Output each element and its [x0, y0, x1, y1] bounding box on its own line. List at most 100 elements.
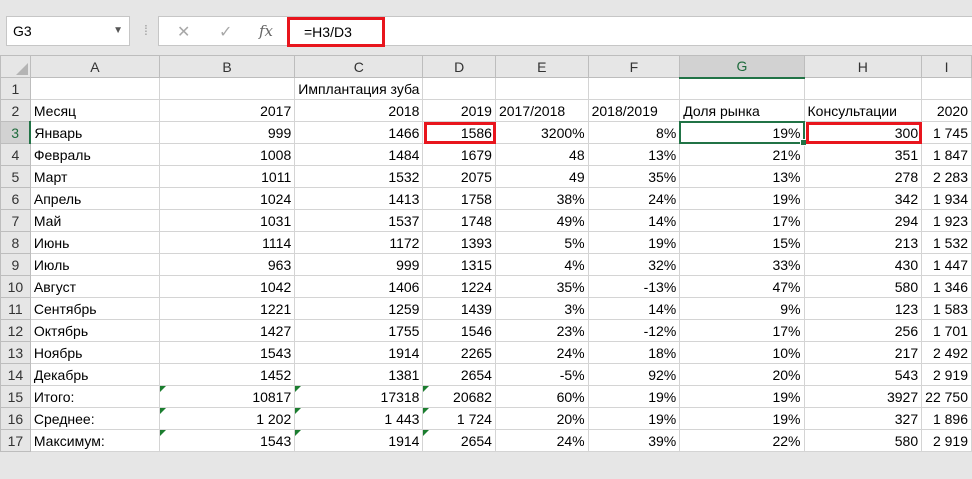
- cell-g16[interactable]: 19%: [679, 407, 805, 430]
- cell-b13[interactable]: 1543: [158, 341, 296, 364]
- cell-e2[interactable]: 2017/2018: [494, 99, 589, 122]
- cell-i16[interactable]: 1 896: [921, 407, 972, 430]
- cell-a15[interactable]: Итого:: [29, 385, 160, 408]
- cell-i11[interactable]: 1 583: [921, 297, 972, 320]
- cell-h13[interactable]: 217: [803, 341, 923, 364]
- cell-e7[interactable]: 49%: [494, 209, 589, 232]
- cell-c4[interactable]: 1484: [294, 143, 424, 166]
- cell-g4[interactable]: 21%: [679, 143, 805, 166]
- cell-b16[interactable]: 1 202: [158, 407, 296, 430]
- cell-d9[interactable]: 1315: [422, 253, 496, 276]
- cell-h8[interactable]: 213: [803, 231, 923, 254]
- cell-a8[interactable]: Июнь: [29, 231, 160, 254]
- cell-b8[interactable]: 1114: [158, 231, 296, 254]
- cell-a17[interactable]: Максимум:: [29, 429, 160, 452]
- cell-c3[interactable]: 1466: [294, 121, 424, 144]
- row-header[interactable]: 3: [0, 121, 32, 144]
- cell-i2[interactable]: 2020: [921, 99, 972, 122]
- cell-h4[interactable]: 351: [803, 143, 923, 166]
- row-header[interactable]: 11: [0, 297, 31, 320]
- cell-f11[interactable]: 14%: [587, 297, 681, 320]
- cell-i7[interactable]: 1 923: [921, 209, 972, 232]
- cell-d16[interactable]: 1 724: [422, 407, 496, 430]
- cell-e13[interactable]: 24%: [494, 341, 589, 364]
- cell-d15[interactable]: 20682: [422, 385, 496, 408]
- cell-i8[interactable]: 1 532: [921, 231, 972, 254]
- cell-e14[interactable]: -5%: [494, 363, 589, 386]
- cell-a11[interactable]: Сентябрь: [29, 297, 160, 320]
- error-indicator-icon[interactable]: [423, 408, 430, 414]
- cell-d1[interactable]: [422, 77, 496, 100]
- error-indicator-icon[interactable]: [159, 386, 166, 392]
- cell-b14[interactable]: 1452: [158, 363, 296, 386]
- cell-e5[interactable]: 49: [494, 165, 589, 188]
- cell-h14[interactable]: 543: [803, 363, 923, 386]
- cell-e4[interactable]: 48: [494, 143, 589, 166]
- row-header[interactable]: 2: [0, 99, 31, 122]
- cell-h10[interactable]: 580: [803, 275, 923, 298]
- cell-e9[interactable]: 4%: [494, 253, 589, 276]
- column-header-f[interactable]: F: [587, 55, 681, 78]
- cell-a2[interactable]: Месяц: [29, 99, 160, 122]
- row-header[interactable]: 9: [0, 253, 31, 276]
- cell-c16[interactable]: 1 443: [294, 407, 424, 430]
- cell-d10[interactable]: 1224: [422, 275, 496, 298]
- column-header-a[interactable]: A: [29, 55, 160, 78]
- cell-e12[interactable]: 23%: [494, 319, 589, 342]
- cell-d13[interactable]: 2265: [422, 341, 496, 364]
- cell-c9[interactable]: 999: [294, 253, 424, 276]
- cell-i10[interactable]: 1 346: [921, 275, 972, 298]
- cell-d6[interactable]: 1758: [422, 187, 496, 210]
- cell-b2[interactable]: 2017: [158, 99, 296, 122]
- cell-g3[interactable]: 19%: [679, 121, 807, 146]
- cell-i6[interactable]: 1 934: [921, 187, 972, 210]
- cell-g15[interactable]: 19%: [679, 385, 805, 408]
- cell-c2[interactable]: 2018: [294, 99, 424, 122]
- cell-i3[interactable]: 1 745: [921, 121, 972, 144]
- drag-handle-icon[interactable]: ⁞: [144, 20, 148, 40]
- cell-g5[interactable]: 13%: [679, 165, 805, 188]
- cell-d5[interactable]: 2075: [422, 165, 496, 188]
- cell-a14[interactable]: Декабрь: [29, 363, 160, 386]
- cell-b15[interactable]: 10817: [158, 385, 296, 408]
- error-indicator-icon[interactable]: [159, 408, 166, 414]
- cell-h7[interactable]: 294: [803, 209, 923, 232]
- cell-e15[interactable]: 60%: [494, 385, 589, 408]
- cell-h15[interactable]: 3927: [803, 385, 923, 408]
- row-header[interactable]: 10: [0, 275, 31, 298]
- cell-c8[interactable]: 1172: [294, 231, 424, 254]
- cell-c13[interactable]: 1914: [294, 341, 424, 364]
- cell-h1[interactable]: [803, 77, 923, 100]
- cell-f6[interactable]: 24%: [587, 187, 681, 210]
- error-indicator-icon[interactable]: [423, 430, 430, 436]
- column-header-i[interactable]: I: [921, 55, 972, 78]
- cell-a13[interactable]: Ноябрь: [29, 341, 160, 364]
- cell-h11[interactable]: 123: [803, 297, 923, 320]
- cell-e8[interactable]: 5%: [494, 231, 589, 254]
- cell-h2[interactable]: Консультации: [803, 99, 923, 122]
- row-header[interactable]: 6: [0, 187, 31, 210]
- cell-c17[interactable]: 1914: [294, 429, 424, 452]
- column-header-d[interactable]: D: [422, 55, 496, 78]
- cell-f8[interactable]: 19%: [587, 231, 681, 254]
- cell-a6[interactable]: Апрель: [29, 187, 160, 210]
- cell-b17[interactable]: 1543: [158, 429, 296, 452]
- cell-f5[interactable]: 35%: [587, 165, 681, 188]
- cell-f16[interactable]: 19%: [587, 407, 681, 430]
- error-indicator-icon[interactable]: [295, 386, 302, 392]
- cell-f9[interactable]: 32%: [587, 253, 681, 276]
- cell-d12[interactable]: 1546: [422, 319, 496, 342]
- cell-a10[interactable]: Август: [29, 275, 160, 298]
- cell-b6[interactable]: 1024: [158, 187, 296, 210]
- cell-g9[interactable]: 33%: [679, 253, 805, 276]
- cell-e16[interactable]: 20%: [494, 407, 589, 430]
- formula-input[interactable]: =H3/D3: [287, 17, 385, 47]
- cell-f13[interactable]: 18%: [587, 341, 681, 364]
- error-indicator-icon[interactable]: [295, 408, 302, 414]
- cell-h3[interactable]: 300: [803, 121, 923, 144]
- column-header-h[interactable]: H: [803, 55, 923, 78]
- cell-d2[interactable]: 2019: [422, 99, 496, 122]
- cell-f10[interactable]: -13%: [587, 275, 681, 298]
- error-indicator-icon[interactable]: [295, 430, 302, 436]
- cell-f4[interactable]: 13%: [587, 143, 681, 166]
